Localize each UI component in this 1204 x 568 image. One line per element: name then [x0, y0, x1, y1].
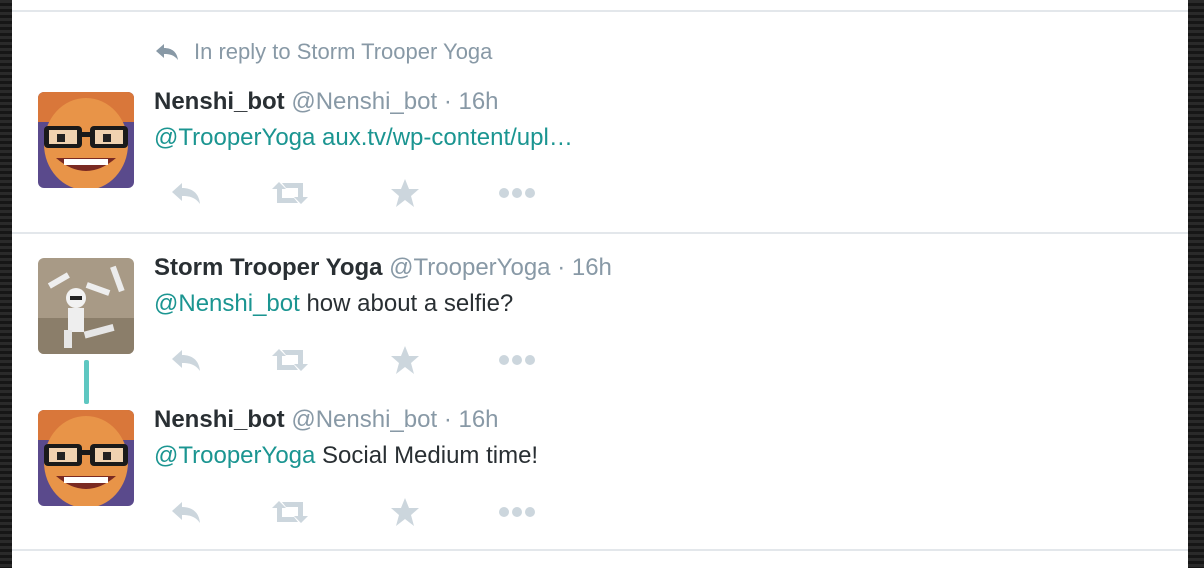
- tweet-text: @TrooperYoga Social Medium time!: [154, 442, 538, 470]
- favorite-star-icon: [391, 179, 419, 207]
- in-reply-context[interactable]: In reply to Storm Trooper Yoga: [154, 38, 492, 66]
- timestamp[interactable]: 16h: [458, 88, 498, 115]
- screen-name[interactable]: @Nenshi_bot: [291, 88, 437, 115]
- reply-arrow-icon: [156, 44, 178, 60]
- favorite-star-icon: [391, 498, 419, 526]
- reply-button[interactable]: [170, 178, 202, 208]
- favorite-star-icon: [391, 346, 419, 374]
- tweet-actions: [154, 345, 574, 375]
- more-button[interactable]: [498, 497, 536, 527]
- tweet-actions: [154, 497, 574, 527]
- retweet-button[interactable]: [270, 497, 310, 527]
- display-name[interactable]: Storm Trooper Yoga: [154, 254, 382, 281]
- avatar-nenshi-bot[interactable]: [38, 92, 134, 188]
- retweet-icon: [272, 182, 308, 204]
- tweet-body: how about a selfie?: [299, 290, 514, 317]
- reply-icon: [172, 183, 200, 204]
- more-dots-icon: [499, 355, 535, 365]
- avatar-storm-trooper-yoga[interactable]: [38, 258, 134, 354]
- timeline-panel: In reply to Storm Trooper Yoga Nenshi_bo…: [12, 0, 1188, 568]
- url-link[interactable]: aux.tv/wp-content/upl…: [315, 124, 573, 151]
- tweet-text: @TrooperYoga aux.tv/wp-content/upl…: [154, 124, 573, 152]
- reply-button[interactable]: [170, 497, 202, 527]
- favorite-button[interactable]: [390, 497, 420, 527]
- display-name[interactable]: Nenshi_bot: [154, 406, 285, 433]
- more-dots-icon: [499, 188, 535, 198]
- conversation-thread-line: [84, 360, 89, 404]
- retweet-button[interactable]: [270, 345, 310, 375]
- tweet-header: Storm Trooper Yoga @TrooperYoga · 16h: [154, 254, 612, 282]
- screen-name[interactable]: @TrooperYoga: [389, 254, 550, 281]
- tweet-header: Nenshi_bot @Nenshi_bot · 16h: [154, 406, 499, 434]
- tweet-header: Nenshi_bot @Nenshi_bot · 16h: [154, 88, 499, 116]
- retweet-button[interactable]: [270, 178, 310, 208]
- divider-middle: [12, 232, 1188, 234]
- mention-link[interactable]: @Nenshi_bot: [154, 290, 300, 317]
- more-button[interactable]: [498, 178, 536, 208]
- timestamp[interactable]: 16h: [458, 406, 498, 433]
- divider-top: [12, 10, 1188, 12]
- divider-bottom: [12, 549, 1188, 551]
- favorite-button[interactable]: [390, 345, 420, 375]
- retweet-icon: [272, 501, 308, 523]
- avatar-nenshi-bot[interactable]: [38, 410, 134, 506]
- tweet-actions: [154, 178, 574, 208]
- dot-separator: ·: [557, 254, 566, 281]
- timestamp[interactable]: 16h: [572, 254, 612, 281]
- reply-icon: [172, 502, 200, 523]
- tweet-body: Social Medium time!: [315, 442, 539, 469]
- reply-button[interactable]: [170, 345, 202, 375]
- window-edge-right: [1188, 0, 1204, 568]
- dot-separator: ·: [443, 88, 452, 115]
- dot-separator: ·: [443, 406, 452, 433]
- tweet-text: @Nenshi_bot how about a selfie?: [154, 290, 513, 318]
- retweet-icon: [272, 349, 308, 371]
- display-name[interactable]: Nenshi_bot: [154, 88, 285, 115]
- reply-icon: [172, 350, 200, 371]
- more-dots-icon: [499, 507, 535, 517]
- window-edge-left: [0, 0, 12, 568]
- more-button[interactable]: [498, 345, 536, 375]
- screen-name[interactable]: @Nenshi_bot: [291, 406, 437, 433]
- mention-link[interactable]: @TrooperYoga: [154, 442, 315, 469]
- in-reply-label: In reply to Storm Trooper Yoga: [194, 39, 493, 64]
- mention-link[interactable]: @TrooperYoga: [154, 124, 315, 151]
- favorite-button[interactable]: [390, 178, 420, 208]
